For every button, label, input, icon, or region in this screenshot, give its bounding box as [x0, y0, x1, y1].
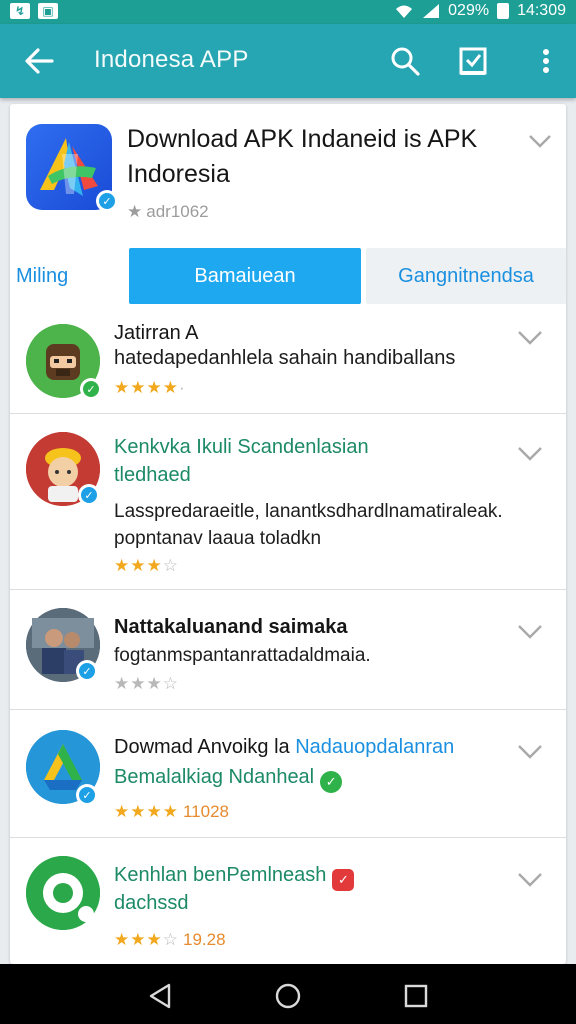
item-rating: ★★★☆: [114, 674, 179, 693]
video-badge-icon: ✓: [332, 869, 355, 891]
home-circle-icon[interactable]: [270, 978, 306, 1014]
list-item[interactable]: ✓ Kenkvka Ikuli Scandenlasian tledhaed L…: [10, 414, 566, 590]
avatar-drive-icon: ✓: [26, 730, 100, 806]
item-title-text: Kenhlan benPemlneash: [114, 864, 327, 886]
tab-bar: Miling Bamaiuean Gangnitnendsa: [10, 248, 566, 304]
item-rating-count: 19.28: [182, 930, 226, 949]
status-bar: ↯ ▣ 029% 14:309: [0, 0, 576, 24]
battery-percent: 029%: [448, 2, 490, 19]
item-subtitle: tledhaed: [114, 464, 191, 486]
star-icon: ★: [127, 202, 143, 221]
item-title: Nattakaluanand saimaka: [114, 616, 348, 638]
check-badge-icon: ✓: [320, 771, 343, 793]
recents-square-icon[interactable]: [398, 978, 434, 1014]
more-vert-icon[interactable]: [527, 42, 565, 80]
item-title: Kenkvka Ikuli Scandenlasian: [114, 436, 369, 458]
item-rating-count: 11028: [182, 802, 229, 821]
app-logo-icon: ✓: [26, 124, 118, 212]
verified-badge-icon: ✓: [78, 484, 100, 506]
expand-chevron-icon[interactable]: [525, 126, 555, 156]
item-rating: ★★★☆: [114, 556, 179, 575]
item-title: Kenhlan benPemlneash ✓: [114, 864, 355, 891]
back-arrow-icon[interactable]: [20, 42, 58, 80]
verified-badge-icon: ✓: [76, 784, 98, 806]
item-rating: ★★★★ 11028: [114, 802, 229, 821]
item-title-extra: Nadauopdalanran: [289, 736, 455, 758]
expand-chevron-icon[interactable]: [515, 864, 545, 894]
item-subtitle-text: Bemalalkiag Ndanheal: [114, 766, 315, 788]
app-header: ✓ Download APK Indaneid is APK Indoresia…: [10, 104, 566, 244]
checkbox-icon[interactable]: [454, 42, 492, 80]
avatar-photo-icon: ✓: [26, 608, 100, 682]
item-title-main: Dowmad Anvoikg la: [114, 736, 290, 758]
app-rating: ★ adr1062: [127, 202, 209, 222]
app-title: Indonesa APP: [94, 46, 249, 73]
expand-chevron-icon[interactable]: [515, 616, 545, 646]
notification-icon: ↯: [10, 3, 30, 19]
back-triangle-icon[interactable]: [142, 978, 178, 1014]
clock: 14:309: [517, 2, 566, 19]
avatar-worker-icon: ✓: [26, 432, 100, 506]
image-notification-icon: ▣: [38, 3, 58, 19]
app-headline: Download APK Indaneid is APK Indoresia: [127, 125, 478, 188]
expand-chevron-icon[interactable]: [515, 438, 545, 468]
battery-icon: [497, 3, 510, 19]
search-icon[interactable]: [386, 42, 424, 80]
verified-badge-icon: ✓: [76, 660, 98, 682]
item-description: hatedapedanhlela sahain handiballans: [114, 347, 456, 369]
app-bar: Indonesa APP: [0, 24, 576, 98]
content-card: ✓ Download APK Indaneid is APK Indoresia…: [10, 104, 566, 964]
item-subtitle: Bemalalkiag Ndanheal ✓: [114, 766, 343, 793]
tab-gangnitnendsa[interactable]: Gangnitnendsa: [366, 248, 566, 304]
verified-badge-icon: ✓: [80, 378, 102, 400]
item-subtitle: dachssd: [114, 892, 189, 914]
rating-text: adr1062: [146, 202, 209, 221]
avatar-chat-icon: [26, 856, 100, 930]
list-item[interactable]: Kenhlan benPemlneash ✓ dachssd ★★★☆ 19.28: [10, 838, 566, 964]
item-rating: ★★★★·: [114, 378, 186, 397]
item-title: Dowmad Anvoikg la Nadauopdalanran: [114, 736, 454, 759]
wifi-icon: [396, 5, 413, 18]
screen: ↯ ▣ 029% 14:309 Indonesa APP ✓ Download …: [0, 0, 576, 1024]
tab-bamaiuean[interactable]: Bamaiuean: [129, 248, 361, 304]
expand-chevron-icon[interactable]: [515, 736, 545, 766]
expand-chevron-icon[interactable]: [515, 322, 545, 352]
list-item[interactable]: ✓ Jatirran A hatedapedanhlela sahain han…: [10, 304, 566, 414]
item-description: Lasspredaraeitle, lanantksdhardlnamatira…: [114, 501, 503, 549]
signal-icon: [423, 4, 440, 18]
item-description: fogtanmspantanrattadaldmaia.: [114, 645, 371, 666]
avatar-ninja-icon: ✓: [26, 324, 102, 400]
list-item[interactable]: ✓ Nattakaluanand saimaka fogtanmspantanr…: [10, 590, 566, 710]
item-title: Jatirran A: [114, 322, 199, 344]
system-nav-bar: [0, 964, 576, 1024]
tab-miling[interactable]: Miling: [10, 248, 128, 304]
verified-badge-icon: ✓: [96, 190, 118, 212]
list-item[interactable]: ✓ Dowmad Anvoikg la Nadauopdalanran Bema…: [10, 710, 566, 838]
item-rating: ★★★☆ 19.28: [114, 930, 226, 949]
